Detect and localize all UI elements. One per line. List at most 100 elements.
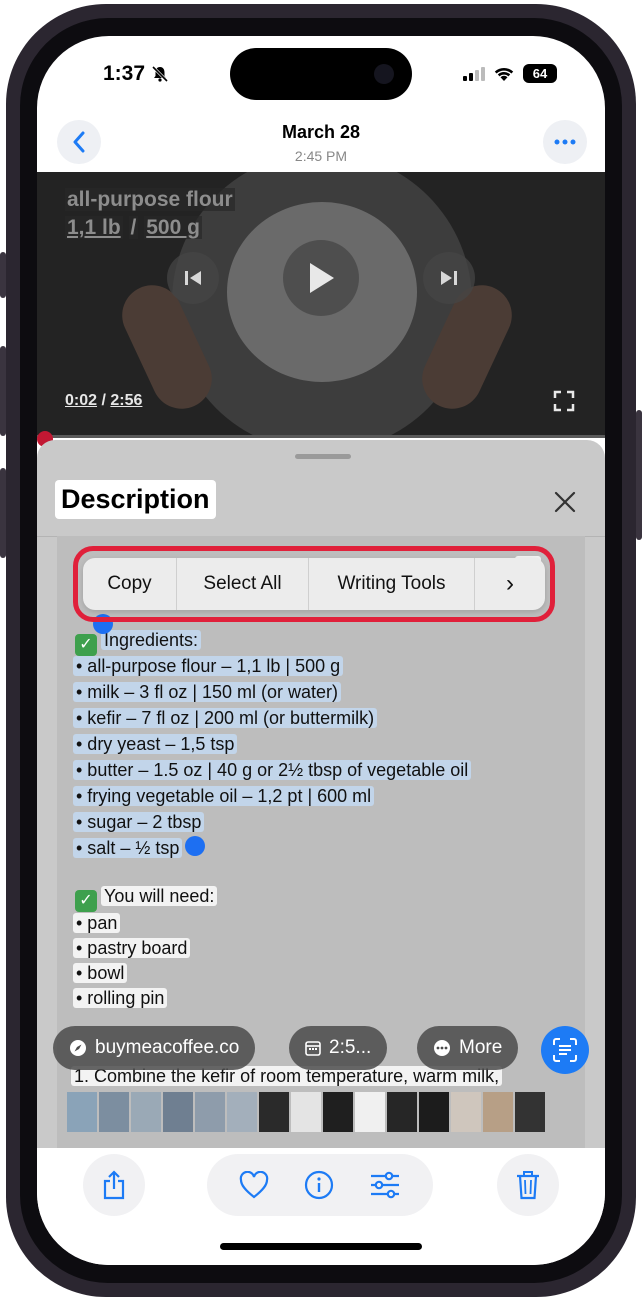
ingredient-text: • frying vegetable oil – 1,2 pt | 600 ml <box>73 786 375 806</box>
thumbnail <box>227 1092 257 1132</box>
need-item-text: • pan <box>73 913 121 933</box>
share-button[interactable] <box>83 1154 145 1216</box>
volume-down-button <box>0 468 6 558</box>
fullscreen-button[interactable] <box>553 390 575 417</box>
menu-next-button[interactable]: › <box>475 558 545 610</box>
status-time: 1:37 <box>103 62 169 86</box>
skip-forward-icon <box>441 271 457 285</box>
link-chip[interactable]: buymeacoffee.co <box>53 1026 256 1070</box>
ingredient-line: • kefir – 7 fl oz | 200 ml (or buttermil… <box>73 706 378 731</box>
close-button[interactable] <box>547 484 583 520</box>
thumbnail <box>483 1092 513 1132</box>
skip-back-icon <box>185 271 201 285</box>
video-player[interactable]: all-purpose flour 1,1 lb / 500 g 0:02 / <box>37 172 605 438</box>
check-mark-icon: ✓ <box>75 634 97 656</box>
thumbnail-strip <box>67 1092 577 1132</box>
compass-icon <box>70 1040 86 1056</box>
video-time: 0:02 / 2:56 <box>65 392 142 410</box>
thumbnail <box>67 1092 97 1132</box>
ingredient-text: • dry yeast – 1,5 tsp <box>73 734 238 754</box>
sheet-grabber[interactable] <box>295 454 351 459</box>
video-caption-qty-b: 500 g <box>144 216 202 239</box>
photo-time: 2:45 PM <box>294 148 348 164</box>
live-text-button[interactable] <box>541 1026 589 1074</box>
toolbar-center-group <box>207 1154 433 1216</box>
video-caption-sep: / <box>128 216 139 239</box>
calendar-icon <box>305 1041 321 1056</box>
ingredient-text: • milk – 3 fl oz | 150 ml (or water) <box>73 682 342 702</box>
video-duration: 2:56 <box>110 392 143 409</box>
more-chip-label: More <box>459 1037 503 1058</box>
bell-slash-icon <box>151 65 169 83</box>
thumbnail <box>515 1092 545 1132</box>
trash-icon <box>517 1171 539 1200</box>
screen: 1:37 64 March 28 2:45 PM all-purpose flo… <box>37 36 605 1265</box>
selection-end-handle[interactable] <box>185 836 205 856</box>
thumbnail <box>323 1092 353 1132</box>
need-heading: ✓ You will need: <box>75 884 218 912</box>
heart-icon[interactable] <box>239 1171 269 1199</box>
cellular-signal-icon <box>463 66 485 81</box>
need-item-text: • bowl <box>73 963 128 983</box>
video-caption: all-purpose flour 1,1 lb / 500 g <box>65 186 235 242</box>
play-button[interactable] <box>283 240 359 316</box>
video-scrubber[interactable] <box>37 435 605 438</box>
ingredient-line: • salt – ½ tsp <box>73 836 183 861</box>
skip-back-button[interactable] <box>167 252 219 304</box>
thumbnail <box>355 1092 385 1132</box>
need-heading-text: You will need: <box>101 886 218 906</box>
ingredient-text: • sugar – 2 tbsp <box>73 812 205 832</box>
check-mark-icon: ✓ <box>75 890 97 912</box>
context-menu: Copy Select All Writing Tools › <box>83 558 545 610</box>
ingredient-line: • dry yeast – 1,5 tsp <box>73 732 238 757</box>
link-chip-label: buymeacoffee.co <box>95 1037 240 1058</box>
calendar-chip-label: 2:5... <box>329 1037 372 1058</box>
select-all-button[interactable]: Select All <box>177 558 309 610</box>
clock: 1:37 <box>103 62 146 85</box>
calendar-chip[interactable]: 2:5... <box>289 1026 388 1070</box>
more-options-button[interactable] <box>543 120 587 164</box>
video-elapsed: 0:02 <box>65 392 98 409</box>
volume-up-button <box>0 346 6 436</box>
video-caption-qty-a: 1,1 lb <box>65 216 123 239</box>
need-item-text: • rolling pin <box>73 988 168 1008</box>
thumbnail <box>291 1092 321 1132</box>
ingredient-text: • kefir – 7 fl oz | 200 ml (or buttermil… <box>73 708 378 728</box>
wifi-icon <box>494 67 514 81</box>
home-indicator <box>220 1243 422 1250</box>
ingredient-line: • butter – 1.5 oz | 40 g or 2½ tbsp of v… <box>73 758 472 783</box>
delete-button[interactable] <box>497 1154 559 1216</box>
close-icon <box>554 491 576 513</box>
battery-indicator: 64 <box>523 64 557 83</box>
need-item-text: • pastry board <box>73 938 191 958</box>
writing-tools-button[interactable]: Writing Tools <box>309 558 475 610</box>
ingredients-heading-text: Ingredients: <box>101 630 202 650</box>
adjust-icon[interactable] <box>369 1171 401 1199</box>
ingredient-line: • sugar – 2 tbsp <box>73 810 205 835</box>
need-line: • bowl <box>73 961 128 986</box>
thumbnail <box>163 1092 193 1132</box>
dynamic-island <box>230 48 412 100</box>
need-line: • pan <box>73 911 121 936</box>
thumbnail <box>195 1092 225 1132</box>
need-line: • pastry board <box>73 936 191 961</box>
skip-forward-button[interactable] <box>423 252 475 304</box>
video-time-sep: / <box>101 392 106 409</box>
sheet-title: Description <box>55 480 216 519</box>
video-caption-line1: all-purpose flour <box>65 188 235 211</box>
ingredients-heading: ✓ Ingredients: <box>75 628 202 656</box>
ingredient-line: • milk – 3 fl oz | 150 ml (or water) <box>73 680 342 705</box>
info-icon[interactable] <box>304 1170 334 1200</box>
copy-button[interactable]: Copy <box>83 558 177 610</box>
share-icon <box>103 1170 125 1200</box>
more-chip[interactable]: More <box>417 1026 519 1070</box>
play-icon <box>310 263 334 293</box>
ingredient-text: • all-purpose flour – 1,1 lb | 500 g <box>73 656 344 676</box>
thumbnail <box>451 1092 481 1132</box>
ingredient-text: • butter – 1.5 oz | 40 g or 2½ tbsp of v… <box>73 760 472 780</box>
need-line: • rolling pin <box>73 986 168 1011</box>
photo-date: March 28 <box>281 122 361 142</box>
ingredient-line: • frying vegetable oil – 1,2 pt | 600 ml <box>73 784 375 809</box>
battery-level: 64 <box>532 66 548 81</box>
ingredient-text: • salt – ½ tsp <box>73 838 183 858</box>
